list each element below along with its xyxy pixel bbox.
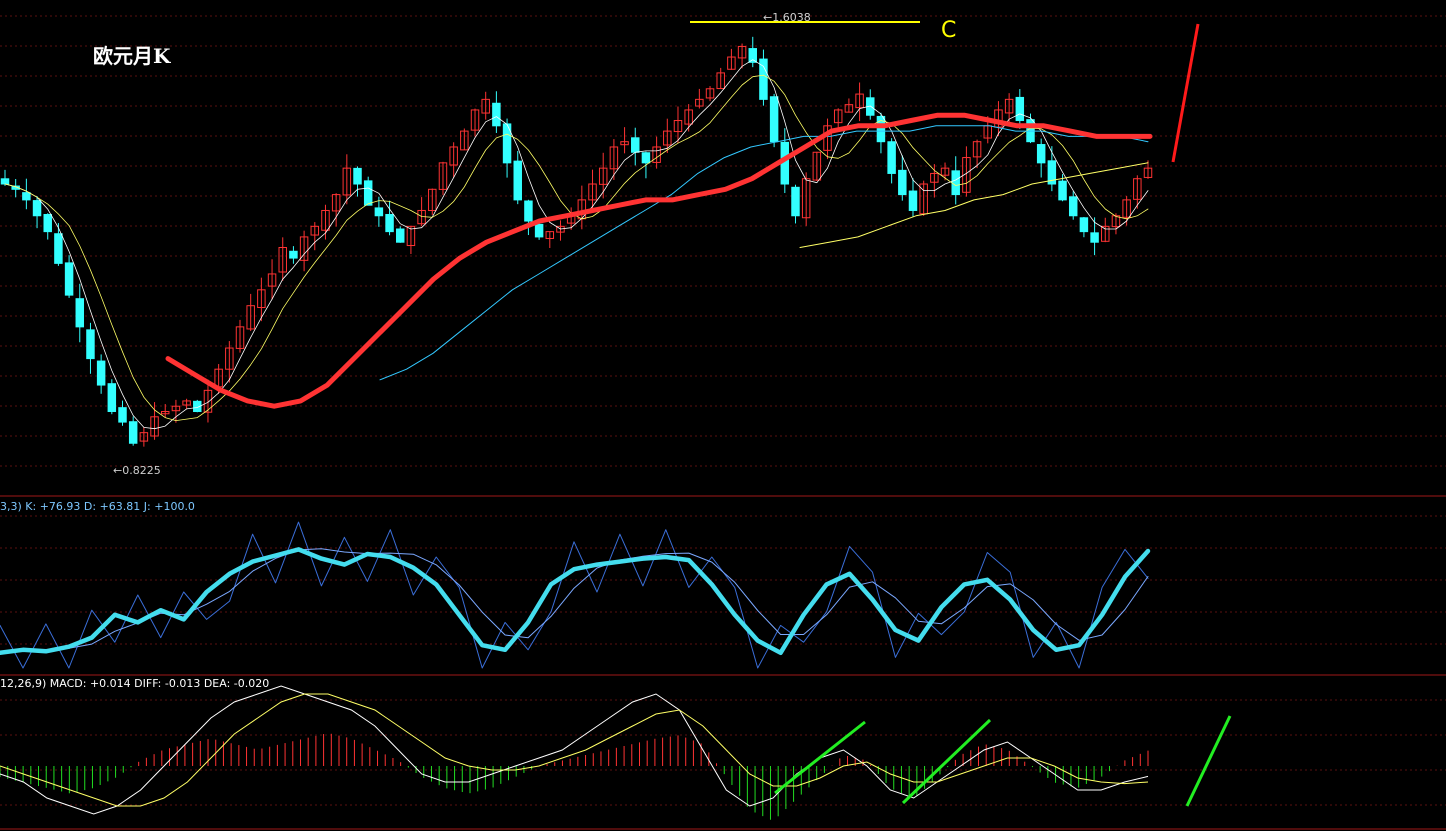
- candle-down: [1090, 232, 1099, 243]
- candle-down: [353, 167, 362, 185]
- macd-histogram: [0, 733, 1149, 820]
- candle-down: [631, 137, 640, 153]
- candle-down: [363, 180, 373, 206]
- candle-down: [887, 141, 896, 174]
- trend-line-green-2: [901, 718, 992, 805]
- candle-down: [1036, 144, 1046, 164]
- candle-down: [374, 207, 384, 217]
- kdj-k-line: [0, 547, 1151, 656]
- ma-short-line: [4, 59, 1149, 430]
- ma-long-line: [379, 125, 1149, 381]
- candle-down: [524, 200, 533, 222]
- candle-down: [0, 178, 10, 185]
- candle-down: [118, 407, 127, 423]
- trend-line-green-3: [1185, 715, 1232, 807]
- candle-down: [534, 223, 544, 238]
- candle-down: [791, 186, 800, 217]
- macd-lines: [0, 685, 1149, 815]
- kdj-j-line: [0, 521, 1149, 669]
- kdj-lines: [0, 521, 1151, 669]
- candle-down: [513, 160, 522, 201]
- candle-down: [385, 213, 394, 233]
- candle-down: [1058, 180, 1067, 201]
- candle-down: [107, 383, 117, 413]
- candle-down: [748, 48, 757, 63]
- candlestick-series: [0, 36, 1153, 447]
- forecast-arrow-main: [1171, 23, 1200, 163]
- candle-down: [1079, 217, 1089, 233]
- candle-down: [898, 169, 907, 196]
- kdj-d-line: [0, 548, 1149, 653]
- candle-down: [951, 170, 960, 196]
- macd-header: 12,26,9) MACD: +0.014 DIFF: -0.013 DEA: …: [0, 677, 269, 690]
- candle-down: [86, 329, 95, 360]
- macd-dea-line: [0, 693, 1149, 807]
- low-price-label: ←0.8225: [113, 464, 161, 477]
- chart-canvas: 欧元月K ←1.6038 C ←0.8225 3,3) K: +76.93 D:…: [0, 11, 1446, 830]
- candle-down: [32, 200, 42, 217]
- wave-label-c: C: [941, 18, 956, 43]
- candle-down: [43, 214, 52, 233]
- candle-down: [22, 192, 31, 201]
- kdj-header: 3,3) K: +76.93 D: +63.81 J: +100.0: [0, 500, 195, 513]
- candle-down: [492, 102, 501, 127]
- candle-down: [75, 298, 85, 328]
- ma-main-line: [165, 112, 1153, 409]
- candle-down: [128, 421, 138, 444]
- candle-down: [96, 360, 106, 386]
- moving-average-lines: [4, 59, 1153, 430]
- candle-down: [769, 96, 779, 143]
- trend-line-green-1: [774, 720, 866, 795]
- candle-down: [64, 262, 74, 296]
- candle-down: [1015, 96, 1025, 122]
- candle-down: [908, 190, 918, 211]
- candle-down: [396, 228, 405, 243]
- candle-down: [289, 250, 298, 259]
- high-price-label: ←1.6038: [763, 11, 811, 24]
- candle-down: [54, 233, 63, 264]
- ma-mid-line: [4, 74, 1149, 422]
- kdj-panel-grid: [0, 515, 1446, 645]
- candle-down: [1068, 196, 1078, 217]
- main-panel-grid: [0, 15, 1446, 467]
- candle-down: [641, 152, 651, 164]
- macd-diff-line: [0, 685, 1149, 815]
- chart-title: 欧元月K: [93, 44, 171, 68]
